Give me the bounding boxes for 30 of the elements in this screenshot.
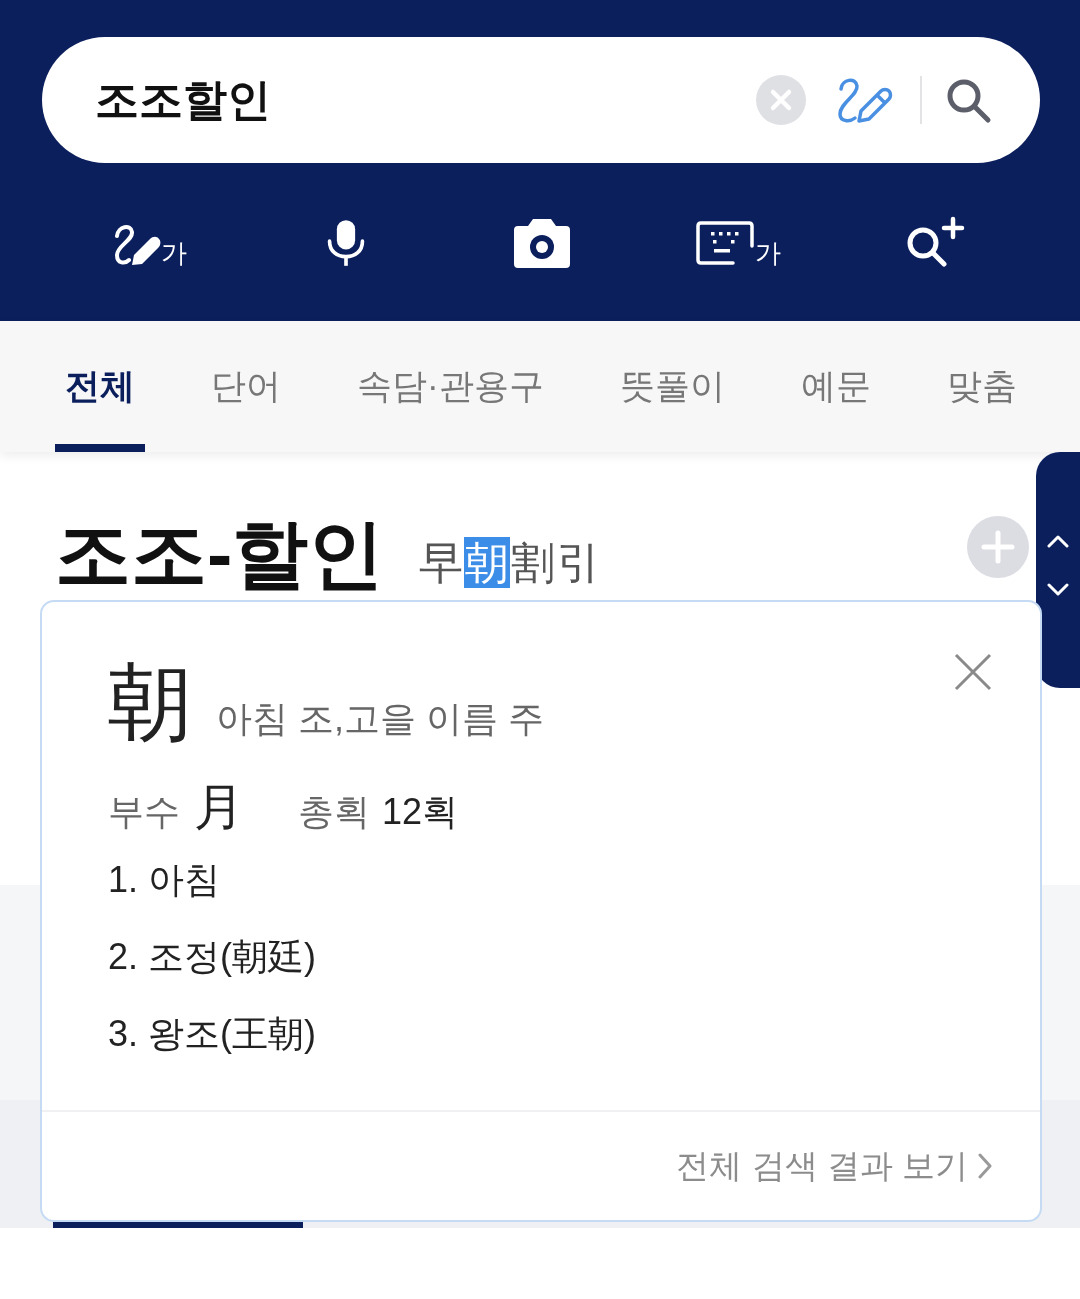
search-input[interactable]: 조조할인	[95, 70, 736, 130]
microphone-icon	[325, 218, 367, 268]
voice-search-button[interactable]	[325, 218, 367, 268]
tab[interactable]: 맞춤	[936, 321, 1027, 452]
tab[interactable]: 단어	[201, 321, 291, 452]
stroke-count: 12획	[382, 790, 459, 834]
hanja-readings: 아침 조,고을 이름 주	[216, 697, 544, 741]
tab[interactable]: 전체	[55, 321, 145, 452]
hanja-character[interactable]: 引	[556, 537, 603, 588]
radical-label: 부수	[108, 790, 180, 834]
tab[interactable]: 뜻풀이	[609, 321, 735, 452]
chevron-right-icon	[978, 1153, 992, 1179]
hanja-character[interactable]: 割	[510, 537, 557, 588]
meaning-item: 2. 조정(朝廷)	[108, 935, 316, 979]
handwriting-input-button[interactable]: 가	[113, 220, 187, 266]
tab[interactable]: 속담·관용구	[347, 321, 554, 452]
stroke-count-label: 총획	[298, 790, 370, 834]
hanja-character[interactable]: 早	[418, 537, 465, 588]
search-bar[interactable]: 조조할인	[42, 37, 1040, 163]
tab[interactable]: 예문	[790, 321, 881, 452]
chevron-up-icon[interactable]	[1047, 534, 1069, 548]
hanja-character-large: 朝	[108, 660, 192, 744]
chevron-down-icon[interactable]	[1047, 583, 1069, 597]
meaning-item: 3. 왕조(王朝)	[108, 1012, 316, 1056]
close-icon[interactable]	[954, 653, 992, 691]
radical-character: 月	[194, 778, 244, 837]
keyboard-input-button[interactable]: 가	[695, 220, 781, 266]
headword: 조조-할인	[55, 516, 385, 592]
meaning-item: 1. 아침	[108, 858, 221, 902]
keyboard-icon	[695, 220, 755, 266]
